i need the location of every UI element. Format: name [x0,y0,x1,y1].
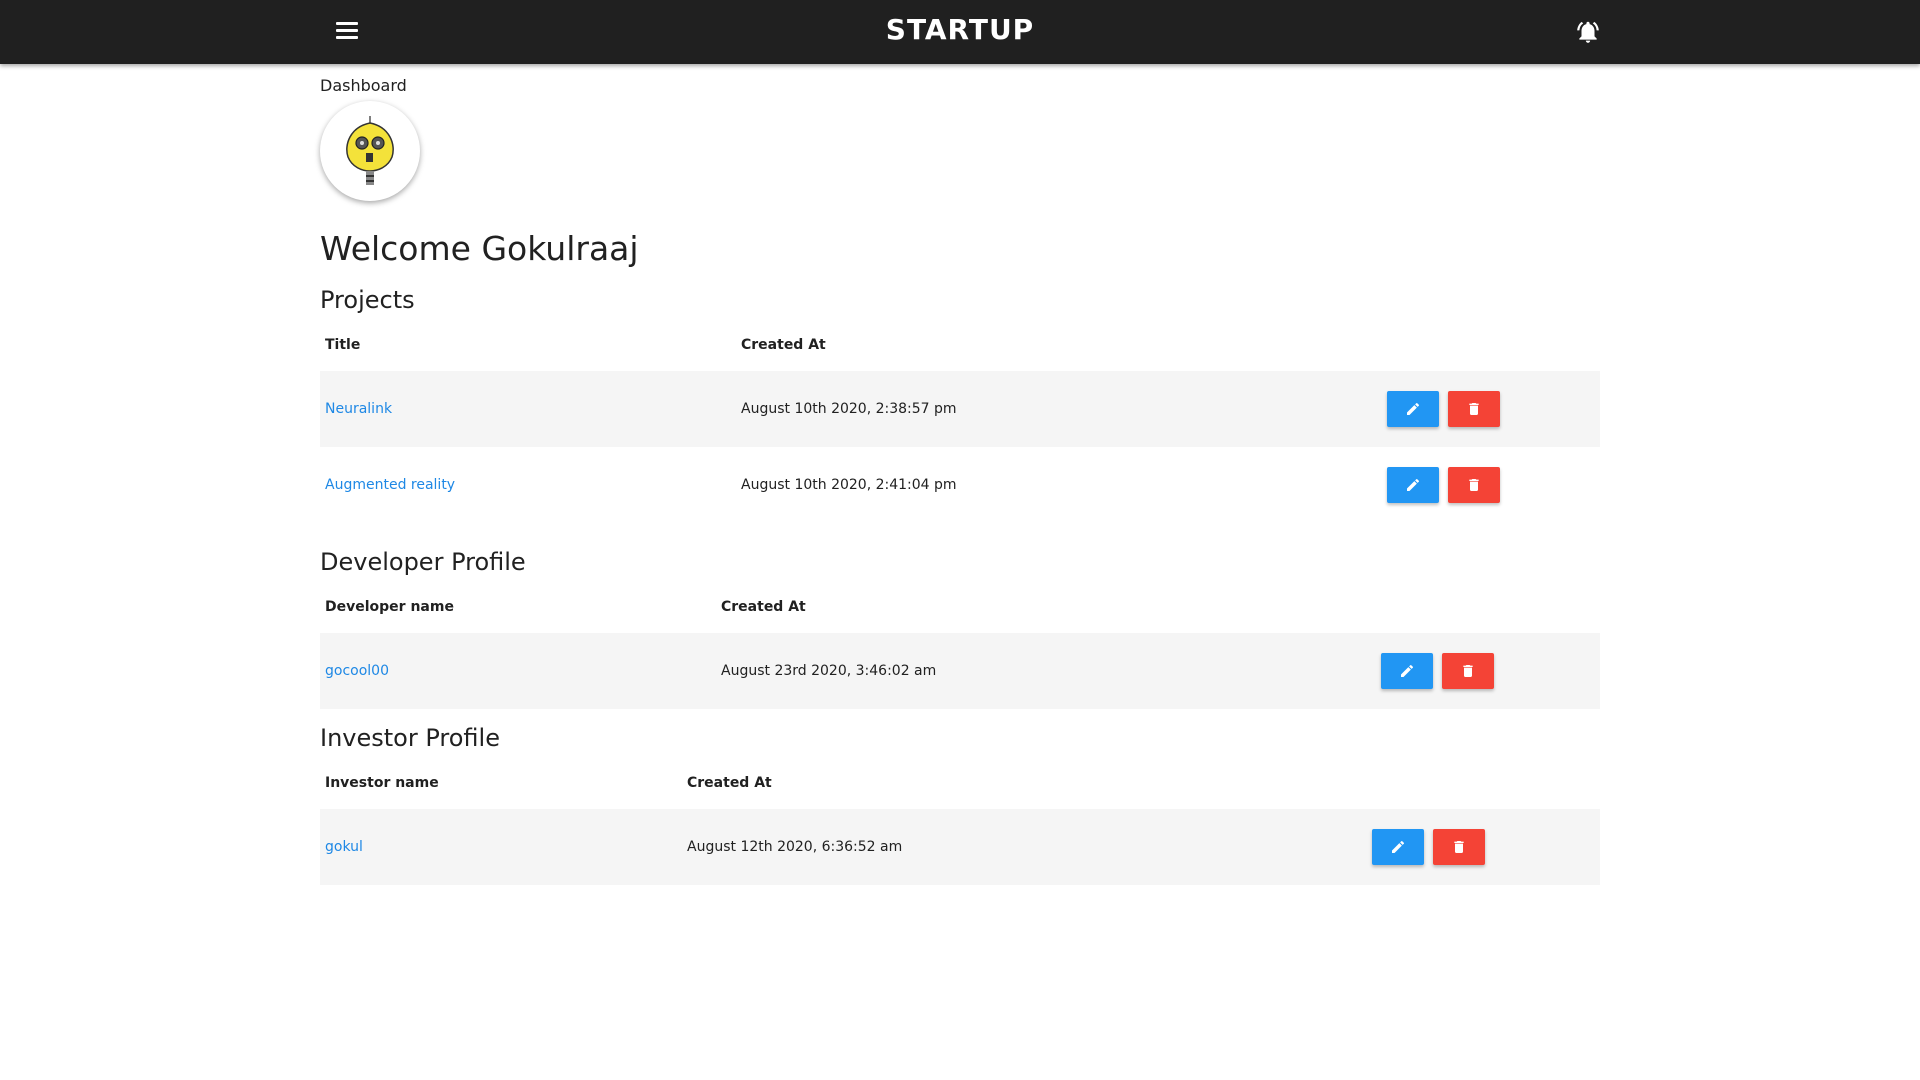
column-header-title: Title [325,337,361,353]
column-header-created-at: Created At [721,599,806,615]
delete-button[interactable] [1433,829,1485,865]
table-row: Augmented reality August 10th 2020, 2:41… [320,447,1600,523]
investor-profile-heading: Investor Profile [320,724,500,752]
table-header: Developer name Created At [320,595,1600,633]
delete-button[interactable] [1448,467,1500,503]
edit-button[interactable] [1381,653,1433,689]
breadcrumb: Dashboard [320,76,407,95]
column-header-investor-name: Investor name [325,775,439,791]
delete-button[interactable] [1442,653,1494,689]
brand-logo[interactable]: STARTUP [0,13,1920,46]
edit-button[interactable] [1387,467,1439,503]
created-at-cell: August 23rd 2020, 3:46:02 am [721,663,937,679]
developer-table: Developer name Created At gocool00 Augus… [320,595,1600,709]
pencil-icon [1401,664,1414,677]
column-header-created-at: Created At [741,337,826,353]
pencil-icon [1392,840,1405,853]
column-header-created-at: Created At [687,775,772,791]
trash-icon [1469,479,1479,491]
bell-icon[interactable] [1575,19,1601,45]
investor-link[interactable]: gokul [325,839,363,855]
projects-heading: Projects [320,286,415,314]
dashboard-content: Dashboard Welcome Gokulraaj Projects Tit… [320,64,1600,885]
trash-icon [1463,665,1473,677]
edit-button[interactable] [1387,391,1439,427]
edit-button[interactable] [1372,829,1424,865]
developer-profile-heading: Developer Profile [320,548,526,576]
created-at-cell: August 10th 2020, 2:38:57 pm [741,401,957,417]
developer-link[interactable]: gocool00 [325,663,389,679]
top-navbar: STARTUP [0,0,1920,64]
table-row: Neuralink August 10th 2020, 2:38:57 pm [320,371,1600,447]
investor-table: Investor name Created At gokul August 12… [320,771,1600,885]
table-header: Investor name Created At [320,771,1600,809]
pencil-icon [1407,402,1420,415]
robot-avatar-icon [346,116,394,185]
project-link[interactable]: Augmented reality [325,477,455,493]
table-row: gocool00 August 23rd 2020, 3:46:02 am [320,633,1600,709]
table-header: Title Created At [320,333,1600,371]
welcome-heading: Welcome Gokulraaj [320,229,639,268]
delete-button[interactable] [1448,391,1500,427]
created-at-cell: August 10th 2020, 2:41:04 pm [741,477,957,493]
project-link[interactable]: Neuralink [325,401,392,417]
projects-table: Title Created At Neuralink August 10th 2… [320,333,1600,523]
pencil-icon [1407,478,1420,491]
avatar [320,101,420,201]
table-row: gokul August 12th 2020, 6:36:52 am [320,809,1600,885]
created-at-cell: August 12th 2020, 6:36:52 am [687,839,903,855]
trash-icon [1469,403,1479,415]
trash-icon [1454,841,1464,853]
column-header-developer-name: Developer name [325,599,454,615]
